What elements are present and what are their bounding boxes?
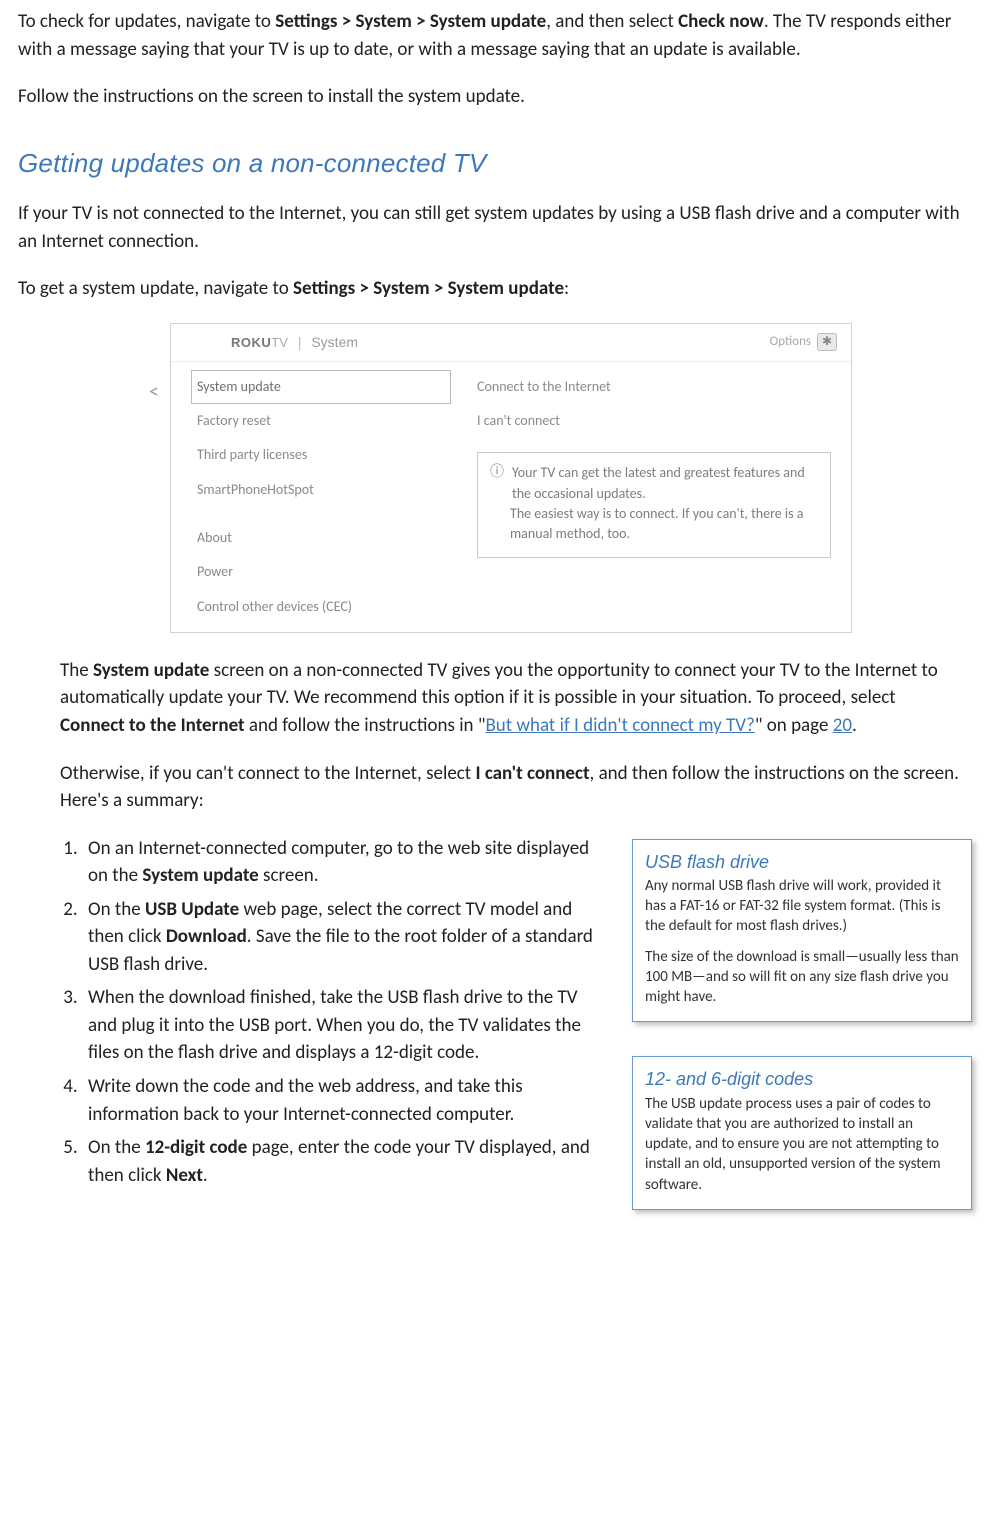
nav-path: Settings > System > System update <box>293 277 564 300</box>
text: screen. <box>259 864 319 887</box>
menu-item-cec: Control other devices (CEC) <box>191 590 451 624</box>
cross-ref-link[interactable]: But what if I didn't connect my TV? <box>485 714 754 737</box>
tv-right-pane: Connect to the Internet I can't connect … <box>451 362 851 632</box>
after-screenshot-paragraph-1: The System update screen on a non-connec… <box>60 657 962 740</box>
text-bold: 12-digit code <box>145 1136 247 1159</box>
text-bold: USB Update <box>145 898 239 921</box>
after-screenshot-paragraph-2: Otherwise, if you can't connect to the I… <box>60 760 962 815</box>
pipe-icon: | <box>298 334 302 350</box>
nonconn-paragraph-1: If your TV is not connected to the Inter… <box>18 200 972 255</box>
callout-title: 12- and 6-digit codes <box>645 1067 959 1091</box>
back-chevron-icon: < <box>149 378 159 407</box>
text-bold: System update <box>142 864 258 887</box>
step-4: Write down the code and the web address,… <box>82 1073 612 1134</box>
text: and follow the instructions in " <box>245 714 486 737</box>
text: . <box>852 714 857 737</box>
text: , and then select <box>546 10 678 33</box>
menu-item-factory-reset: Factory reset <box>191 404 451 438</box>
callout-text: Any normal USB flash drive will work, pr… <box>645 876 959 937</box>
text-bold: I can't connect <box>475 762 589 785</box>
step-1: On an Internet-connected computer, go to… <box>82 835 612 896</box>
intro-paragraph-1: To check for updates, navigate to Settin… <box>18 8 972 63</box>
tv-breadcrumb: ROKUTV | System <box>231 332 358 353</box>
menu-item-third-party: Third party licenses <box>191 438 451 472</box>
tv-options: Options ✱ <box>770 333 837 352</box>
asterisk-key-icon: ✱ <box>817 333 837 351</box>
nav-path: Settings > System > System update <box>275 10 546 33</box>
text: To check for updates, navigate to <box>18 10 275 33</box>
text: . <box>203 1164 208 1187</box>
step-2: On the USB Update web page, select the c… <box>82 896 612 985</box>
text-bold: Download <box>166 925 247 948</box>
text: " on page <box>755 714 833 737</box>
options-label: Options <box>770 333 811 352</box>
step-3: When the download finished, take the USB… <box>82 984 612 1073</box>
text: : <box>564 277 569 300</box>
brand-bold: ROKU <box>231 335 271 350</box>
menu-item-power: Power <box>191 555 451 589</box>
text: On the <box>88 1136 145 1159</box>
callout-title: USB flash drive <box>645 850 959 874</box>
callout-usb-flash-drive: USB flash drive Any normal USB flash dri… <box>632 839 972 1023</box>
tv-left-menu: System update Factory reset Third party … <box>171 362 451 632</box>
tv-info-box: ⓘ Your TV can get the latest and greates… <box>477 452 831 557</box>
option-cant-connect: I can't connect <box>477 404 831 438</box>
text-bold: System update <box>93 659 209 682</box>
callout-text: The size of the download is small—usuall… <box>645 947 959 1008</box>
tv-topbar: ROKUTV | System Options ✱ <box>171 324 851 362</box>
info-icon: ⓘ <box>490 463 504 504</box>
info-text-2: The easiest way is to connect. If you ca… <box>490 504 818 545</box>
text: On the <box>88 898 145 921</box>
text: Otherwise, if you can't connect to the I… <box>60 762 475 785</box>
menu-item-hotspot: SmartPhoneHotSpot <box>191 473 451 507</box>
text: The <box>60 659 93 682</box>
text-bold: Next <box>166 1164 203 1187</box>
nonconn-paragraph-2: To get a system update, navigate to Sett… <box>18 275 972 303</box>
info-text-1: Your TV can get the latest and greatest … <box>512 463 818 504</box>
intro-paragraph-2: Follow the instructions on the screen to… <box>18 83 972 111</box>
tv-body: < System update Factory reset Third part… <box>171 362 851 632</box>
callout-12-6-codes: 12- and 6-digit codes The USB update pro… <box>632 1056 972 1210</box>
brand-thin: TV <box>271 335 288 350</box>
steps-list: On an Internet-connected computer, go to… <box>18 835 612 1196</box>
option-connect-internet: Connect to the Internet <box>477 370 831 404</box>
tv-settings-screenshot: ROKUTV | System Options ✱ < System updat… <box>170 323 852 633</box>
menu-separator <box>191 507 451 521</box>
check-now-label: Check now <box>678 10 764 33</box>
step-5: On the 12-digit code page, enter the cod… <box>82 1134 612 1195</box>
crumb-system: System <box>311 334 358 350</box>
text-bold: Connect to the Internet <box>60 714 245 737</box>
page-ref-link[interactable]: 20 <box>833 714 852 737</box>
callout-text: The USB update process uses a pair of co… <box>645 1094 959 1195</box>
section-heading-nonconnected: Getting updates on a non-connected TV <box>18 145 972 183</box>
menu-item-system-update: System update <box>191 370 451 404</box>
text: To get a system update, navigate to <box>18 277 293 300</box>
menu-item-about: About <box>191 521 451 555</box>
